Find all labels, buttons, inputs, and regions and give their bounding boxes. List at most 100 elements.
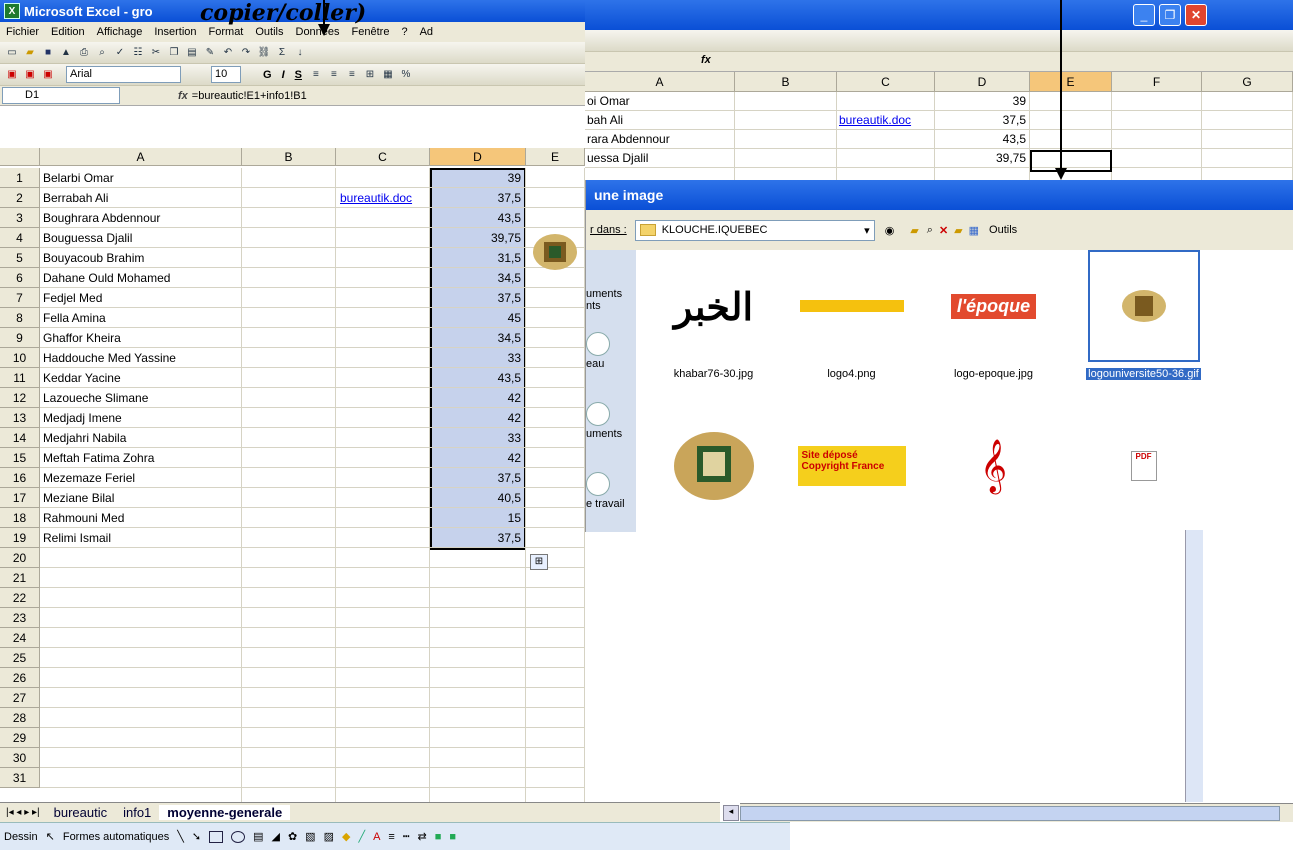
save-icon[interactable]: ■	[40, 45, 56, 61]
second-cell-value[interactable]: 39,75	[935, 149, 1029, 168]
back-icon[interactable]: ◉	[885, 224, 895, 237]
second-column-header-g[interactable]: G	[1202, 72, 1293, 92]
vertical-scrollbar[interactable]	[1185, 530, 1203, 802]
column-header-d[interactable]: D	[430, 148, 526, 166]
row-header[interactable]: 22	[0, 588, 40, 608]
second-cell-value[interactable]: 43,5	[935, 130, 1029, 149]
font-color-icon[interactable]: A	[373, 831, 380, 843]
new-folder-icon[interactable]: ▰	[954, 224, 962, 237]
name-box[interactable]: D1	[2, 87, 120, 104]
select-all-corner[interactable]	[0, 148, 40, 166]
line-color-icon[interactable]: ╱	[358, 830, 365, 843]
autoshapes-menu[interactable]: Formes automatiques	[63, 831, 169, 843]
cell-value[interactable]: 34,5	[432, 268, 524, 288]
new-file-icon[interactable]: ▭	[4, 45, 20, 61]
wordart-icon[interactable]: ◢	[271, 830, 279, 843]
file-khabar[interactable]: الخبر khabar76-30.jpg	[656, 250, 771, 390]
column-header-b[interactable]: B	[242, 148, 336, 166]
cell-value[interactable]: 37,5	[432, 528, 524, 548]
file-logo4[interactable]: logo4.png	[794, 250, 909, 390]
file-pdf[interactable]: PDF	[1086, 410, 1201, 532]
file-logo-epoque[interactable]: l'époque logo-epoque.jpg	[936, 250, 1051, 390]
cell-name[interactable]: Medjahri Nabila	[43, 428, 241, 448]
cell-value[interactable]: 45	[432, 308, 524, 328]
rectangle-icon[interactable]	[209, 830, 224, 843]
chevron-down-icon[interactable]: ▾	[864, 224, 874, 237]
row-header[interactable]: 30	[0, 748, 40, 768]
cell-value[interactable]: 37,5	[432, 188, 524, 208]
fx-icon[interactable]: fx	[178, 90, 188, 102]
cell-value[interactable]: 34,5	[432, 328, 524, 348]
menu-item-fichier[interactable]: Fichier	[0, 26, 45, 38]
row-header[interactable]: 8	[0, 308, 40, 328]
row-header[interactable]: 21	[0, 568, 40, 588]
row-header[interactable]: 25	[0, 648, 40, 668]
row-header[interactable]: 15	[0, 448, 40, 468]
cell-name[interactable]: Mezemaze Feriel	[43, 468, 241, 488]
cell-value[interactable]: 33	[432, 348, 524, 368]
row-header[interactable]: 11	[0, 368, 40, 388]
cell-value[interactable]: 37,5	[432, 288, 524, 308]
row-header[interactable]: 28	[0, 708, 40, 728]
cell-value[interactable]: 39	[432, 168, 524, 188]
spelling-icon[interactable]: ✓	[112, 45, 128, 61]
picture-icon[interactable]: ▨	[324, 830, 334, 843]
row-header[interactable]: 7	[0, 288, 40, 308]
row-header[interactable]: 17	[0, 488, 40, 508]
restore-icon[interactable]: ❐	[1159, 4, 1181, 26]
second-cell-name[interactable]: oi Omar	[587, 92, 735, 111]
menu-item-ad[interactable]: Ad	[414, 26, 439, 38]
hyperlink-icon[interactable]: ⛓	[256, 45, 272, 61]
second-cell-value[interactable]: 37,5	[935, 111, 1029, 130]
row-header[interactable]: 2	[0, 188, 40, 208]
cell-value[interactable]: 42	[432, 388, 524, 408]
file-music-clef[interactable]: 𝄞	[936, 410, 1051, 532]
cell-value[interactable]: 37,5	[432, 468, 524, 488]
clipart-icon[interactable]: ▧	[305, 830, 315, 843]
row-header[interactable]: 27	[0, 688, 40, 708]
color-icon[interactable]: ▣	[40, 67, 56, 83]
menu-item-affichage[interactable]: Affichage	[91, 26, 149, 38]
formula-input[interactable]: =bureautic!E1+info1!B1	[192, 90, 307, 102]
file-logouniversite[interactable]: logouniversite50-36.gif	[1086, 250, 1201, 390]
format-painter-icon[interactable]: ✎	[202, 45, 218, 61]
horizontal-scroll-thumb[interactable]	[740, 806, 1280, 821]
cell-name[interactable]: Lazoueche Slimane	[43, 388, 241, 408]
menu-item-edition[interactable]: Edition	[45, 26, 91, 38]
row-header[interactable]: 10	[0, 348, 40, 368]
copy-icon[interactable]: ❐	[166, 45, 182, 61]
cell-name[interactable]: Keddar Yacine	[43, 368, 241, 388]
dash-style-icon[interactable]: ┅	[403, 830, 410, 843]
column-header-e[interactable]: E	[526, 148, 585, 166]
print-icon[interactable]: ⎙	[76, 45, 92, 61]
row-header[interactable]: 3	[0, 208, 40, 228]
tab-info1[interactable]: info1	[115, 805, 159, 820]
row-header[interactable]: 24	[0, 628, 40, 648]
column-header-a[interactable]: A	[40, 148, 242, 166]
up-folder-icon[interactable]: ▰	[910, 224, 918, 237]
table-icon[interactable]: ▣	[4, 67, 20, 83]
second-cell-hyperlink[interactable]: bureautik.doc	[839, 111, 933, 130]
row-header[interactable]: 23	[0, 608, 40, 628]
print-preview-icon[interactable]: ⌕	[94, 45, 110, 61]
column-header-c[interactable]: C	[336, 148, 430, 166]
second-cell-value[interactable]: 39	[935, 92, 1029, 111]
menu-item-insertion[interactable]: Insertion	[148, 26, 202, 38]
second-column-header-a[interactable]: A	[585, 72, 735, 92]
scroll-left-icon[interactable]: ◂	[723, 805, 739, 821]
row-header[interactable]: 16	[0, 468, 40, 488]
fill-color-icon[interactable]: ◆	[342, 830, 350, 843]
currency-icon[interactable]: ▦	[380, 67, 396, 83]
research-icon[interactable]: ☷	[130, 45, 146, 61]
bold-button[interactable]: G	[259, 69, 276, 81]
cell-value[interactable]: 31,5	[432, 248, 524, 268]
cell-name[interactable]: Belarbi Omar	[43, 168, 241, 188]
row-header[interactable]: 29	[0, 728, 40, 748]
minimize-icon[interactable]: _	[1133, 4, 1155, 26]
second-column-header-e[interactable]: E	[1030, 72, 1112, 92]
align-left-icon[interactable]: ≡	[308, 67, 324, 83]
cell-value[interactable]: 42	[432, 408, 524, 428]
italic-button[interactable]: I	[278, 69, 289, 81]
cell-name[interactable]: Medjadj Imene	[43, 408, 241, 428]
second-cell-name[interactable]: uessa Djalil	[587, 149, 735, 168]
